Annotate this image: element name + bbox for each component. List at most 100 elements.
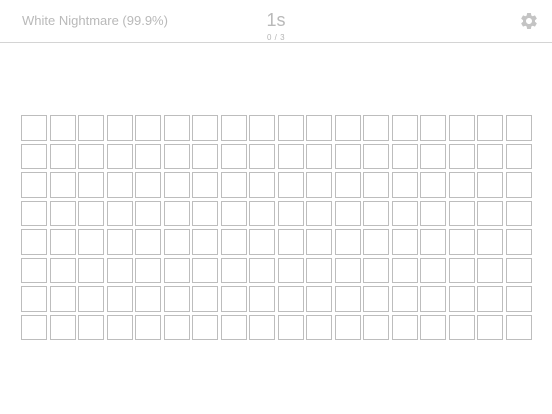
board-tile[interactable] — [477, 200, 503, 226]
board-tile[interactable] — [135, 314, 161, 340]
board-tile[interactable] — [192, 229, 218, 255]
board-tile[interactable] — [420, 143, 446, 169]
board-tile[interactable] — [78, 286, 104, 312]
board-tile[interactable] — [391, 115, 418, 141]
board-tile[interactable] — [363, 286, 389, 312]
board-tile[interactable] — [249, 314, 275, 340]
board-tile[interactable] — [363, 200, 389, 226]
board-tile[interactable] — [334, 314, 361, 340]
board-tile[interactable] — [277, 229, 304, 255]
board-tile[interactable] — [106, 314, 133, 340]
board-tile[interactable] — [220, 257, 247, 283]
board-tile[interactable] — [448, 314, 475, 340]
board-tile[interactable] — [135, 200, 161, 226]
board-tile[interactable] — [220, 115, 247, 141]
board-tile[interactable] — [135, 143, 161, 169]
board-tile[interactable] — [21, 286, 47, 312]
board-tile[interactable] — [505, 143, 532, 169]
board-tile[interactable] — [106, 115, 133, 141]
board-tile[interactable] — [192, 200, 218, 226]
board-tile[interactable] — [192, 286, 218, 312]
board-tile[interactable] — [49, 314, 76, 340]
board-tile[interactable] — [49, 200, 76, 226]
board-tile[interactable] — [420, 172, 446, 198]
board-tile[interactable] — [420, 314, 446, 340]
board-tile[interactable] — [135, 172, 161, 198]
board-tile[interactable] — [420, 286, 446, 312]
board-tile[interactable] — [477, 115, 503, 141]
board-tile[interactable] — [163, 200, 190, 226]
board-tile[interactable] — [334, 286, 361, 312]
board-tile[interactable] — [477, 314, 503, 340]
board-tile[interactable] — [391, 229, 418, 255]
board-tile[interactable] — [135, 229, 161, 255]
board-tile[interactable] — [21, 143, 47, 169]
board-tile[interactable] — [334, 115, 361, 141]
board-tile[interactable] — [306, 314, 332, 340]
board-tile[interactable] — [78, 172, 104, 198]
board-tile[interactable] — [448, 229, 475, 255]
board-tile[interactable] — [334, 200, 361, 226]
board-tile[interactable] — [163, 172, 190, 198]
board-tile[interactable] — [477, 257, 503, 283]
board-tile[interactable] — [277, 257, 304, 283]
board-tile[interactable] — [505, 314, 532, 340]
board-tile[interactable] — [448, 143, 475, 169]
board-tile[interactable] — [49, 229, 76, 255]
board-tile[interactable] — [363, 257, 389, 283]
board-tile[interactable] — [477, 143, 503, 169]
board-tile[interactable] — [505, 257, 532, 283]
board-tile[interactable] — [306, 229, 332, 255]
board-tile[interactable] — [21, 257, 47, 283]
board-tile[interactable] — [277, 115, 304, 141]
board-tile[interactable] — [106, 143, 133, 169]
board-tile[interactable] — [192, 143, 218, 169]
board-tile[interactable] — [334, 172, 361, 198]
board-tile[interactable] — [106, 229, 133, 255]
gear-icon[interactable] — [519, 11, 539, 31]
board-tile[interactable] — [21, 172, 47, 198]
board-tile[interactable] — [49, 257, 76, 283]
board-tile[interactable] — [448, 115, 475, 141]
board-tile[interactable] — [505, 172, 532, 198]
board-tile[interactable] — [192, 172, 218, 198]
board-tile[interactable] — [21, 115, 47, 141]
board-tile[interactable] — [135, 115, 161, 141]
board-tile[interactable] — [391, 172, 418, 198]
board-tile[interactable] — [391, 314, 418, 340]
board-tile[interactable] — [363, 115, 389, 141]
board-tile[interactable] — [78, 200, 104, 226]
board-tile[interactable] — [249, 143, 275, 169]
board-tile[interactable] — [505, 286, 532, 312]
board-tile[interactable] — [391, 143, 418, 169]
board-tile[interactable] — [78, 115, 104, 141]
board-tile[interactable] — [420, 115, 446, 141]
board-tile[interactable] — [505, 115, 532, 141]
board-tile[interactable] — [220, 229, 247, 255]
board-tile[interactable] — [135, 286, 161, 312]
board-tile[interactable] — [391, 200, 418, 226]
board-tile[interactable] — [363, 314, 389, 340]
board-tile[interactable] — [106, 172, 133, 198]
board-tile[interactable] — [78, 143, 104, 169]
board-tile[interactable] — [220, 286, 247, 312]
board-tile[interactable] — [448, 200, 475, 226]
board-tile[interactable] — [391, 286, 418, 312]
board-tile[interactable] — [306, 172, 332, 198]
board-tile[interactable] — [21, 229, 47, 255]
board-tile[interactable] — [277, 143, 304, 169]
board-tile[interactable] — [49, 172, 76, 198]
board-tile[interactable] — [163, 229, 190, 255]
board-tile[interactable] — [249, 229, 275, 255]
board-tile[interactable] — [192, 314, 218, 340]
board-tile[interactable] — [277, 200, 304, 226]
board-tile[interactable] — [163, 115, 190, 141]
board-tile[interactable] — [363, 172, 389, 198]
board-tile[interactable] — [249, 115, 275, 141]
board-tile[interactable] — [334, 229, 361, 255]
board-tile[interactable] — [448, 257, 475, 283]
board-tile[interactable] — [277, 286, 304, 312]
board-tile[interactable] — [448, 286, 475, 312]
board-tile[interactable] — [106, 257, 133, 283]
board-tile[interactable] — [220, 172, 247, 198]
